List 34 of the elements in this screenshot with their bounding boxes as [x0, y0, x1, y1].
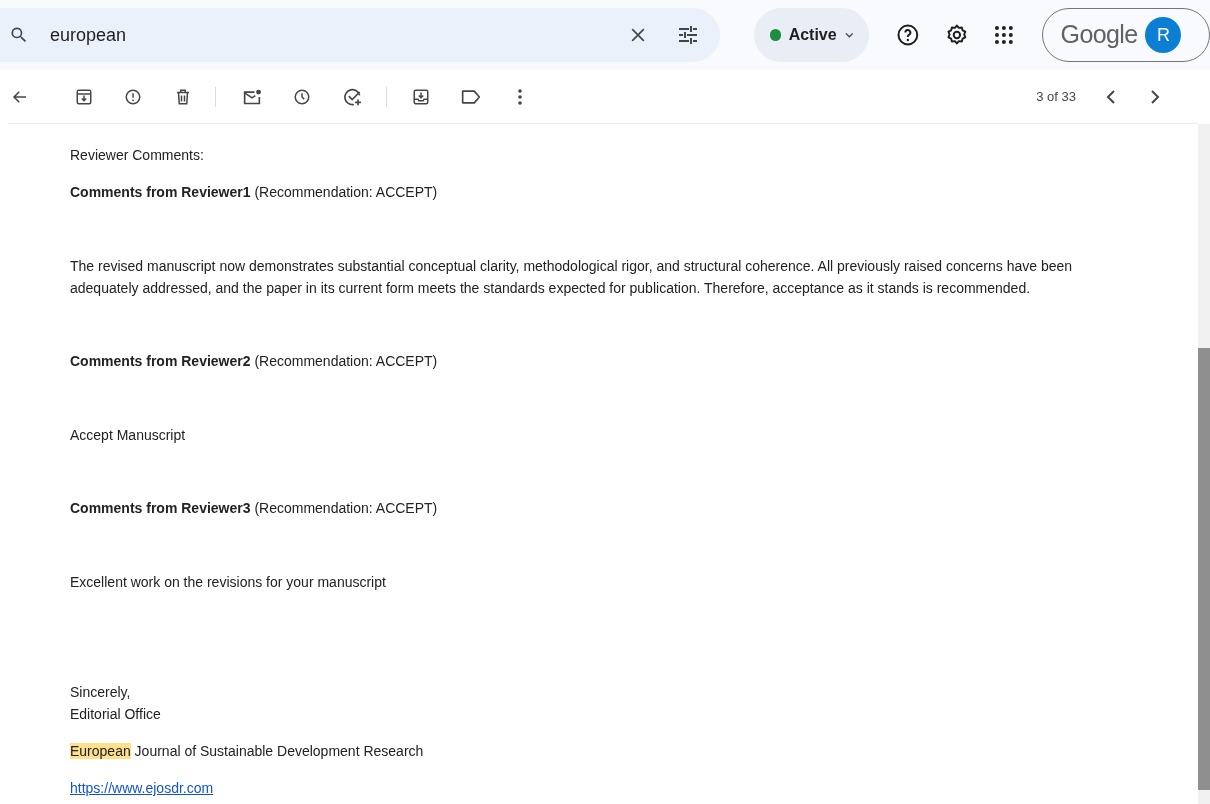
help-icon[interactable] [896, 23, 921, 47]
envelope-dot-icon[interactable] [242, 87, 262, 106]
clock-icon[interactable] [293, 87, 311, 106]
report-icon[interactable] [124, 87, 142, 106]
trash-icon[interactable] [174, 87, 192, 106]
scrollbar[interactable] [1198, 124, 1210, 804]
comment-text: The revised manuscript now demonstrates substantial conceptual clarity, methodological rigor, and structural coherence. All previously raised concerns have been adequately addressed, and the paper in its current form meets the standards expected for publication. Therefore, acceptance as it stands is recommended. [70, 257, 1074, 298]
status-button[interactable]: Active [754, 8, 870, 62]
signature-line: Editorial Office [70, 705, 162, 724]
comment-text: Accept Manuscript [70, 426, 187, 445]
next-icon[interactable] [1150, 89, 1160, 104]
reviewer-heading: Comments from Reviewer3 (Recommendation: ACCEPT) [70, 499, 439, 518]
section-label: Reviewer Comments: [70, 146, 205, 165]
archive-icon[interactable] [75, 87, 93, 106]
page-counter: 3 of 33 [1036, 87, 1076, 106]
website-link[interactable]: https://www.ejosdr.com [70, 780, 214, 796]
label-icon[interactable] [461, 88, 481, 105]
move-to-inbox-icon[interactable] [412, 87, 430, 106]
journal-name: European Journal of Sustainable Development Research [70, 742, 425, 761]
avatar: R [1145, 17, 1182, 53]
search-field[interactable]: european [0, 8, 721, 62]
more-vertical-icon[interactable] [518, 88, 522, 105]
signature-line: Sincerely, [70, 683, 132, 702]
caret-icon [844, 31, 854, 39]
previous-icon[interactable] [1106, 89, 1116, 104]
comment-text: Excellent work on the revisions for your manuscript [70, 573, 387, 592]
scrollbar-thumb[interactable] [1198, 348, 1210, 790]
apps-grid-icon[interactable] [993, 25, 1014, 45]
settings-icon[interactable] [945, 23, 969, 47]
check-plus-icon[interactable] [343, 86, 363, 107]
reviewer-heading: Comments from Reviewer2 (Recommendation: ACCEPT) [70, 352, 439, 371]
search-input[interactable]: european [50, 21, 629, 49]
reviewer-heading: Comments from Reviewer1 (Recommendation: ACCEPT) [70, 183, 439, 202]
search-icon[interactable] [9, 25, 29, 45]
